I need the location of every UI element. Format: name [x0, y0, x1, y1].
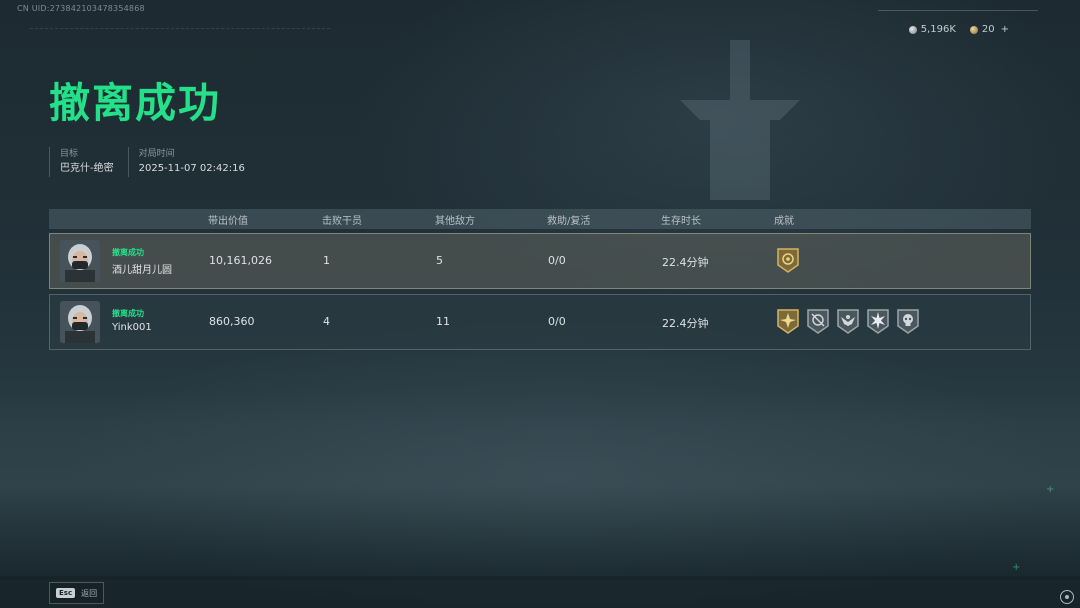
- player-name: 酒儿甜月儿圆: [112, 265, 172, 276]
- back-button[interactable]: Esc 返回: [49, 582, 105, 604]
- gold-currency-value: 20: [981, 24, 995, 35]
- avatar[interactable]: [60, 240, 100, 282]
- extract-status: 撤离成功: [112, 309, 144, 318]
- background-tower: [680, 40, 800, 200]
- silver-currency-value: 5,196K: [920, 24, 956, 35]
- meta-time-label: 对局时间: [138, 149, 175, 159]
- others-cell: 11: [436, 315, 450, 328]
- gold-shield-badge-icon[interactable]: [776, 247, 800, 273]
- achievement-badges: [776, 247, 800, 273]
- gold-star-badge-icon[interactable]: [776, 308, 800, 334]
- kills-cell: 1: [323, 254, 330, 267]
- bottom-bar: [0, 576, 1080, 608]
- gold-currency[interactable]: 20 +: [969, 24, 1009, 35]
- hud-decoration-line: [878, 10, 1038, 14]
- crosshair-badge-icon[interactable]: [806, 308, 830, 334]
- hud-decoration: [30, 28, 330, 43]
- col-achievements: 成就: [774, 216, 794, 227]
- col-others: 其他敌方: [435, 216, 475, 227]
- achievement-badges: [776, 308, 920, 334]
- col-time: 生存时长: [661, 216, 701, 227]
- operator-portrait-icon: [60, 301, 100, 343]
- esc-key-icon: Esc: [56, 588, 76, 598]
- hud-cross-marker: +: [1012, 562, 1021, 573]
- silver-currency[interactable]: 5,196K: [908, 24, 956, 35]
- skull-badge-icon[interactable]: [896, 308, 920, 334]
- add-currency-button[interactable]: +: [1001, 24, 1009, 35]
- meta-time-value: 2025-11-07 02:42:16: [138, 163, 245, 174]
- time-cell: 22.4分钟: [662, 317, 709, 330]
- value-cell: 860,360: [209, 315, 255, 328]
- hud-cross-marker: +: [1046, 484, 1055, 495]
- player-uid: CN UID:273842103478354868: [17, 4, 145, 13]
- player-name: Yink001: [112, 322, 152, 333]
- rescue-cell: 0/0: [548, 254, 566, 267]
- col-kills: 击败干员: [322, 216, 362, 227]
- gold-coin-icon: [969, 25, 978, 34]
- back-label: 返回: [81, 588, 98, 598]
- page-title: 撤离成功: [49, 79, 221, 127]
- kills-cell: 4: [323, 315, 330, 328]
- currency-bar: 5,196K 20 +: [908, 24, 1009, 35]
- rescue-cell: 0/0: [548, 315, 566, 328]
- background-fog: [0, 390, 1080, 580]
- table-row[interactable]: 撤离成功 Yink001 860,360 4 11 0/0 22.4分钟: [49, 294, 1031, 350]
- value-cell: 10,161,026: [209, 254, 272, 267]
- meta-time: 对局时间 2025-11-07 02:42:16: [127, 147, 259, 177]
- operator-portrait-icon: [60, 240, 100, 282]
- eagle-badge-icon[interactable]: [836, 308, 860, 334]
- extract-status: 撤离成功: [112, 248, 144, 257]
- results-table: 带出价值 击败干员 其他敌方 救助/复活 生存时长 成就 撤离成功 酒儿甜月儿圆…: [49, 209, 1031, 350]
- meta-target: 目标 巴克什-绝密: [49, 147, 128, 177]
- settings-icon[interactable]: [1060, 590, 1074, 604]
- others-cell: 5: [436, 254, 443, 267]
- table-row[interactable]: 撤离成功 酒儿甜月儿圆 10,161,026 1 5 0/0 22.4分钟: [49, 233, 1031, 289]
- avatar[interactable]: [60, 301, 100, 343]
- meta-target-label: 目标: [60, 149, 79, 159]
- silver-coin-icon: [908, 25, 917, 34]
- col-value: 带出价值: [208, 216, 248, 227]
- match-meta: 目标 巴克什-绝密 对局时间 2025-11-07 02:42:16: [49, 147, 259, 177]
- meta-target-value: 巴克什-绝密: [60, 163, 114, 174]
- time-cell: 22.4分钟: [662, 256, 709, 269]
- burst-badge-icon[interactable]: [866, 308, 890, 334]
- col-rescue: 救助/复活: [547, 216, 591, 227]
- table-header: 带出价值 击败干员 其他敌方 救助/复活 生存时长 成就: [49, 209, 1031, 229]
